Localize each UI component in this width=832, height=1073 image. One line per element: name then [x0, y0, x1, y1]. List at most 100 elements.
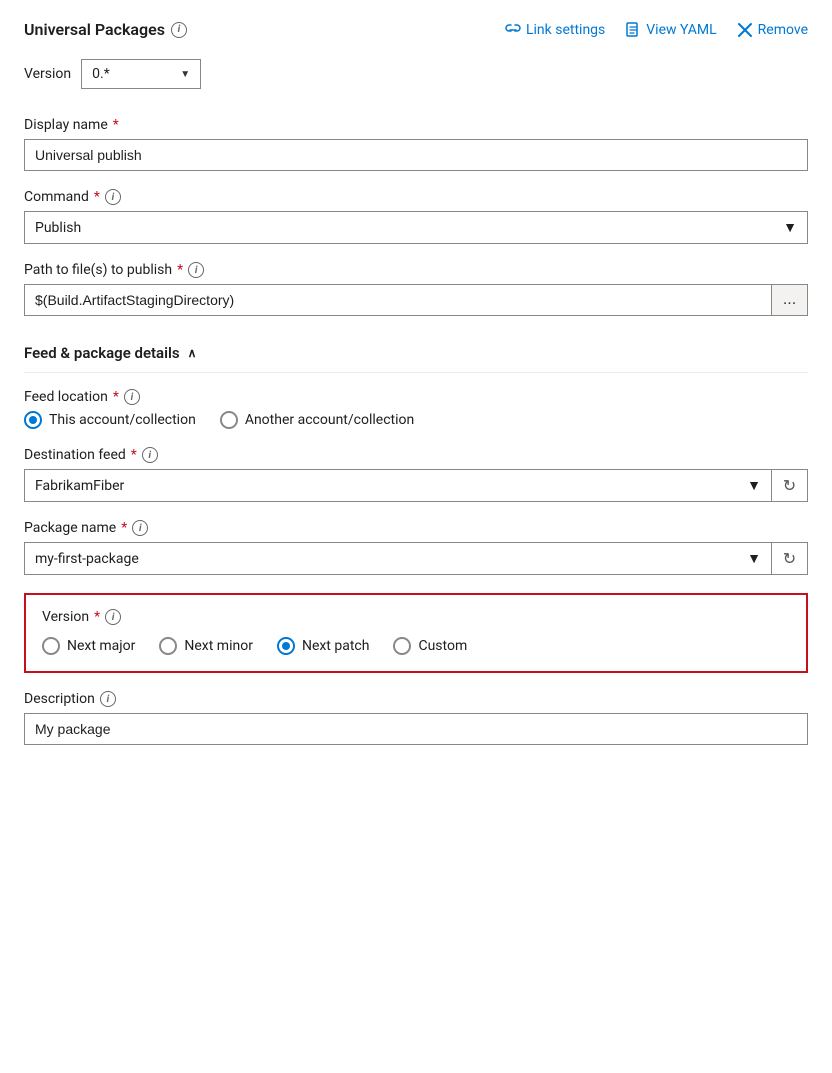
destination-feed-value: FabrikamFiber	[35, 478, 124, 494]
display-name-required-star: *	[113, 117, 119, 133]
display-name-section: Display name *	[24, 117, 808, 171]
version-next-major-label: Next major	[67, 638, 135, 654]
package-name-label-row: Package name * i	[24, 520, 808, 536]
link-settings-label: Link settings	[526, 22, 605, 38]
header-left: Universal Packages i	[24, 20, 187, 39]
feed-location-this-account-label: This account/collection	[49, 412, 196, 428]
feed-location-label-row: Feed location * i	[24, 389, 808, 405]
destination-feed-refresh-button[interactable]: ↻	[772, 469, 808, 502]
remove-button[interactable]: Remove	[737, 22, 808, 38]
package-name-refresh-icon: ↻	[783, 549, 796, 569]
remove-icon	[737, 22, 753, 38]
feed-package-section-title: Feed & package details	[24, 344, 180, 362]
path-to-files-input[interactable]	[24, 284, 772, 316]
universal-packages-info-icon[interactable]: i	[171, 22, 187, 38]
destination-feed-chevron-icon: ▼	[747, 477, 761, 494]
version-field-label-row: Version * i	[42, 609, 790, 625]
destination-feed-info-icon[interactable]: i	[142, 447, 158, 463]
version-field-label-text: Version	[42, 609, 89, 625]
feed-location-info-icon[interactable]: i	[124, 389, 140, 405]
command-required-star: *	[94, 189, 100, 205]
version-selector-chevron-icon: ▼	[180, 69, 190, 80]
version-field-section: Version * i Next major Next minor Next p…	[24, 593, 808, 673]
path-to-files-required-star: *	[177, 262, 183, 278]
version-next-minor-radio[interactable]	[159, 637, 177, 655]
package-name-refresh-button[interactable]: ↻	[772, 542, 808, 575]
package-name-chevron-icon: ▼	[747, 550, 761, 567]
path-to-files-info-icon[interactable]: i	[188, 262, 204, 278]
package-name-value: my-first-package	[35, 551, 139, 567]
version-selector-label: Version	[24, 66, 71, 82]
path-to-files-label-text: Path to file(s) to publish	[24, 262, 172, 278]
version-selector-dropdown[interactable]: 0.* ▼	[81, 59, 201, 89]
destination-feed-dropdown[interactable]: FabrikamFiber ▼	[24, 469, 772, 502]
path-to-files-label-row: Path to file(s) to publish * i	[24, 262, 808, 278]
feed-location-this-account-radio[interactable]	[24, 411, 42, 429]
package-name-info-icon[interactable]: i	[132, 520, 148, 536]
version-next-minor-label: Next minor	[184, 638, 253, 654]
version-selector-row: Version 0.* ▼	[24, 59, 808, 89]
command-info-icon[interactable]: i	[105, 189, 121, 205]
destination-feed-label-row: Destination feed * i	[24, 447, 808, 463]
link-settings-icon	[505, 22, 521, 38]
command-section: Command * i Publish ▼	[24, 189, 808, 244]
command-label-row: Command * i	[24, 189, 808, 205]
feed-location-another-account-option[interactable]: Another account/collection	[220, 411, 414, 429]
description-info-icon[interactable]: i	[100, 691, 116, 707]
feed-location-radio-group: This account/collection Another account/…	[24, 411, 808, 429]
version-custom-label: Custom	[418, 638, 467, 654]
link-settings-button[interactable]: Link settings	[505, 22, 605, 38]
display-name-input[interactable]	[24, 139, 808, 171]
feed-location-this-account-option[interactable]: This account/collection	[24, 411, 196, 429]
version-radio-group: Next major Next minor Next patch Custom	[42, 637, 790, 655]
version-next-patch-label: Next patch	[302, 638, 370, 654]
version-custom-radio[interactable]	[393, 637, 411, 655]
destination-feed-section: Destination feed * i FabrikamFiber ▼ ↻	[24, 447, 808, 502]
feed-package-section-header: Feed & package details ∧	[24, 334, 808, 373]
destination-feed-refresh-icon: ↻	[783, 476, 796, 496]
display-name-label: Display name *	[24, 117, 808, 133]
path-to-files-section: Path to file(s) to publish * i ...	[24, 262, 808, 316]
view-yaml-icon	[625, 22, 641, 38]
package-name-section: Package name * i my-first-package ▼ ↻	[24, 520, 808, 575]
version-field-info-icon[interactable]: i	[105, 609, 121, 625]
package-name-input-row: my-first-package ▼ ↻	[24, 542, 808, 575]
version-custom-option[interactable]: Custom	[393, 637, 467, 655]
package-name-label-text: Package name	[24, 520, 116, 536]
header-actions: Link settings View YAML Remove	[505, 22, 808, 38]
feed-location-section: Feed location * i This account/collectio…	[24, 389, 808, 429]
path-to-files-browse-button[interactable]: ...	[772, 284, 808, 316]
feed-package-section-chevron-icon[interactable]: ∧	[188, 346, 197, 360]
feed-location-another-account-radio[interactable]	[220, 411, 238, 429]
display-name-label-text: Display name	[24, 117, 108, 133]
ellipsis-icon: ...	[783, 291, 796, 309]
destination-feed-label-text: Destination feed	[24, 447, 126, 463]
description-label-text: Description	[24, 691, 95, 707]
header: Universal Packages i Link settings View …	[24, 20, 808, 39]
command-dropdown[interactable]: Publish ▼	[24, 211, 808, 244]
version-next-major-option[interactable]: Next major	[42, 637, 135, 655]
remove-label: Remove	[758, 22, 808, 38]
version-next-patch-option[interactable]: Next patch	[277, 637, 370, 655]
feed-location-another-account-label: Another account/collection	[245, 412, 414, 428]
version-next-minor-option[interactable]: Next minor	[159, 637, 253, 655]
path-to-files-input-row: ...	[24, 284, 808, 316]
command-value: Publish	[35, 220, 81, 236]
version-field-required-star: *	[94, 609, 100, 625]
command-label-text: Command	[24, 189, 89, 205]
destination-feed-input-row: FabrikamFiber ▼ ↻	[24, 469, 808, 502]
command-chevron-icon: ▼	[783, 219, 797, 236]
page-title: Universal Packages	[24, 20, 165, 39]
feed-location-required-star: *	[113, 389, 119, 405]
destination-feed-required-star: *	[131, 447, 137, 463]
description-input[interactable]	[24, 713, 808, 745]
package-name-dropdown[interactable]: my-first-package ▼	[24, 542, 772, 575]
view-yaml-button[interactable]: View YAML	[625, 22, 716, 38]
version-next-major-radio[interactable]	[42, 637, 60, 655]
feed-location-label-text: Feed location	[24, 389, 108, 405]
view-yaml-label: View YAML	[646, 22, 716, 38]
description-section: Description i	[24, 691, 808, 745]
package-name-required-star: *	[121, 520, 127, 536]
description-label-row: Description i	[24, 691, 808, 707]
version-next-patch-radio[interactable]	[277, 637, 295, 655]
